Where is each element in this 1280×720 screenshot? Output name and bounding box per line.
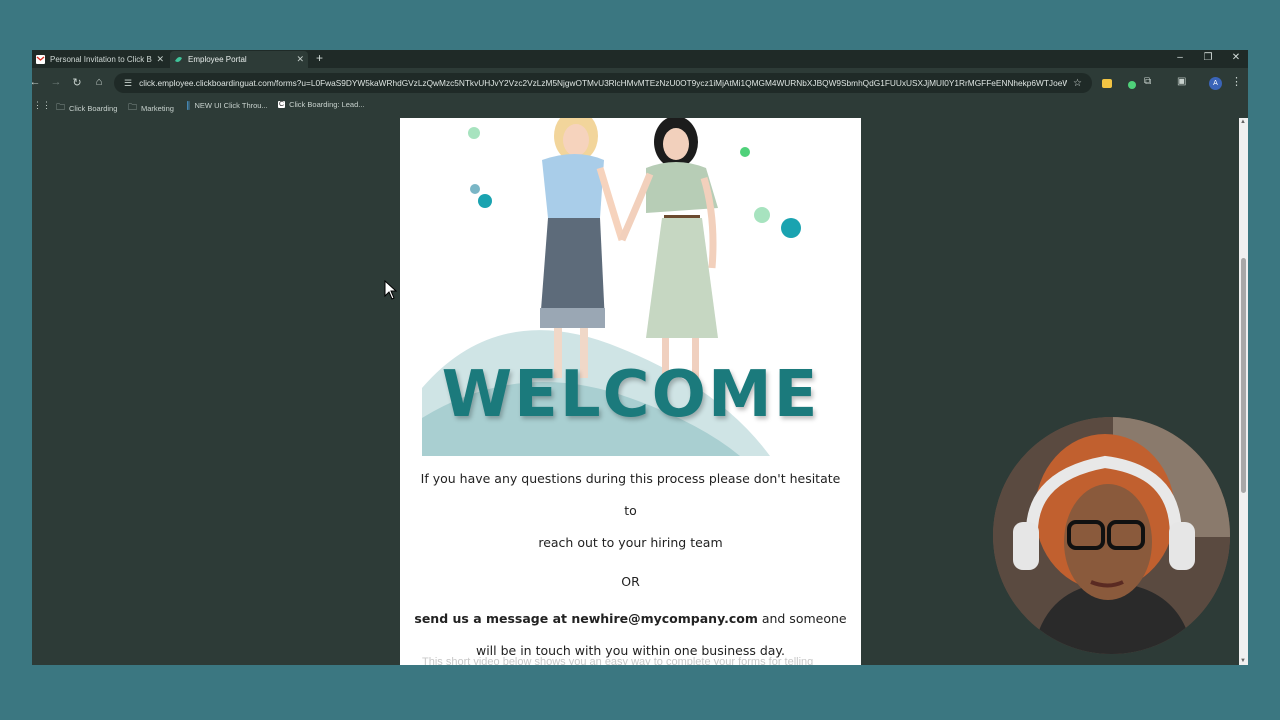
bookmark-label: Marketing: [141, 103, 174, 113]
woman-dark-hair-figure: [618, 118, 718, 378]
bookmarks-bar: ⋮⋮ 🗀 Click Boarding 🗀 Marketing ∥ NEW UI…: [32, 98, 1248, 114]
message-line: and someone: [757, 611, 847, 626]
home-icon[interactable]: ⌂: [92, 76, 106, 88]
bookmark-marketing[interactable]: 🗀 Marketing: [128, 100, 174, 116]
site-info-icon[interactable]: ☰: [124, 78, 132, 89]
presenter-webcam-overlay: [993, 417, 1230, 654]
bookmark-click-boarding-lead[interactable]: C Click Boarding: Lead...: [278, 100, 365, 109]
message-line: reach out to your hiring team: [538, 535, 723, 550]
link-icon: ∥: [186, 100, 191, 110]
clickboarding-favicon-icon: C: [278, 101, 286, 108]
mouse-cursor-icon: [384, 280, 398, 300]
welcome-heading: WELCOME: [441, 358, 820, 432]
tab-label: Personal Invitation to Click Boa: [50, 55, 153, 64]
forward-icon[interactable]: →: [49, 76, 63, 88]
page-scrollbar[interactable]: ▲ ▼: [1239, 118, 1248, 665]
message-line: If you have any questions during this pr…: [420, 471, 841, 518]
scroll-up-icon[interactable]: ▲: [1240, 119, 1246, 125]
browser-menu-icon[interactable]: ⋮: [1231, 75, 1242, 88]
confetti-dot: [468, 127, 480, 139]
sticky-notes-extension-icon[interactable]: [1102, 79, 1112, 88]
address-toolbar: ← → ↻ ⌂ ☰ click.employee.clickboardingua…: [32, 68, 1248, 98]
side-panel-icon[interactable]: ▣: [1177, 76, 1186, 87]
confetti-dot: [781, 218, 801, 238]
welcome-message: If you have any questions during this pr…: [414, 463, 847, 665]
status-extension-icon[interactable]: [1128, 81, 1136, 89]
reload-icon[interactable]: ↻: [70, 76, 84, 89]
bookmark-label: Click Boarding: [69, 103, 118, 113]
confetti-dot: [470, 184, 480, 194]
tab-strip: Personal Invitation to Click Boa ✕ Emplo…: [32, 50, 1248, 68]
new-tab-button[interactable]: +: [316, 51, 323, 65]
bookmark-label: Click Boarding: Lead...: [289, 100, 365, 109]
extensions-puzzle-icon[interactable]: ⧉: [1144, 76, 1151, 87]
apps-grid-icon[interactable]: ⋮⋮: [33, 100, 51, 111]
confetti-dot: [754, 207, 770, 223]
scroll-thumb[interactable]: [1241, 258, 1246, 493]
bookmark-label: NEW UI Click Throu...: [194, 101, 268, 110]
or-separator: OR: [621, 574, 640, 589]
tab-label: Employee Portal: [188, 55, 247, 64]
faded-text-line: This short video below shows you an easy…: [422, 656, 814, 665]
back-icon[interactable]: ←: [32, 76, 42, 88]
minimize-icon[interactable]: –: [1172, 52, 1188, 63]
bookmark-click-boarding[interactable]: 🗀 Click Boarding: [56, 100, 117, 116]
confetti-dot: [478, 194, 492, 208]
url-text: click.employee.clickboardinguat.com/form…: [139, 78, 1068, 88]
employee-portal-page: WELCOME If you have any questions during…: [400, 118, 861, 665]
confetti-dot: [740, 147, 750, 157]
folder-icon: 🗀: [128, 102, 138, 112]
tab-gmail-invitation[interactable]: Personal Invitation to Click Boa ✕: [32, 51, 168, 68]
bookmark-new-ui[interactable]: ∥ NEW UI Click Throu...: [186, 100, 268, 111]
url-bar[interactable]: ☰ click.employee.clickboardinguat.com/fo…: [114, 73, 1092, 93]
contact-line: send us a message at newhire@mycompany.c…: [414, 603, 847, 635]
portal-favicon-icon: [174, 55, 183, 64]
scroll-down-icon[interactable]: ▼: [1240, 658, 1246, 664]
contact-email-text: send us a message at newhire@mycompany.c…: [414, 611, 758, 626]
folder-icon: 🗀: [56, 102, 66, 112]
close-icon[interactable]: ✕: [296, 54, 304, 65]
tab-employee-portal[interactable]: Employee Portal ✕: [170, 51, 308, 68]
restore-icon[interactable]: ❐: [1200, 52, 1216, 63]
presenter-video: [993, 417, 1230, 654]
gmail-icon: [36, 55, 45, 64]
bookmark-star-icon[interactable]: ☆: [1073, 78, 1082, 89]
profile-avatar[interactable]: A: [1209, 77, 1222, 90]
close-icon[interactable]: ✕: [156, 54, 164, 65]
window-close-icon[interactable]: ✕: [1228, 52, 1244, 63]
